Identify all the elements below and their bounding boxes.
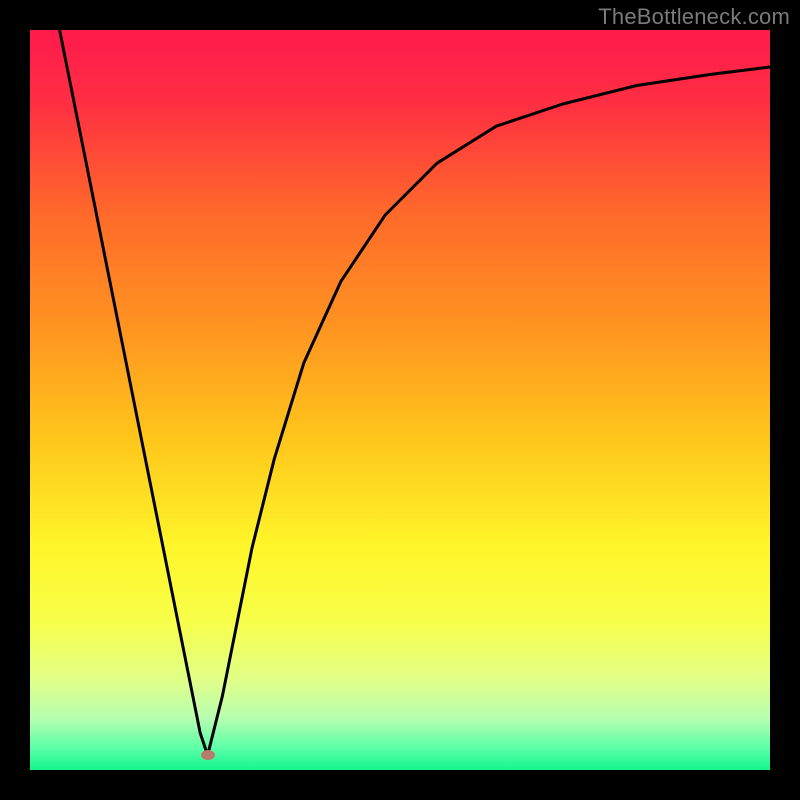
bottleneck-curve	[60, 30, 770, 755]
plot-area	[30, 30, 770, 770]
curve-layer	[30, 30, 770, 770]
minimum-point-marker	[201, 750, 215, 760]
chart-frame: TheBottleneck.com	[0, 0, 800, 800]
credit-watermark: TheBottleneck.com	[598, 4, 790, 30]
